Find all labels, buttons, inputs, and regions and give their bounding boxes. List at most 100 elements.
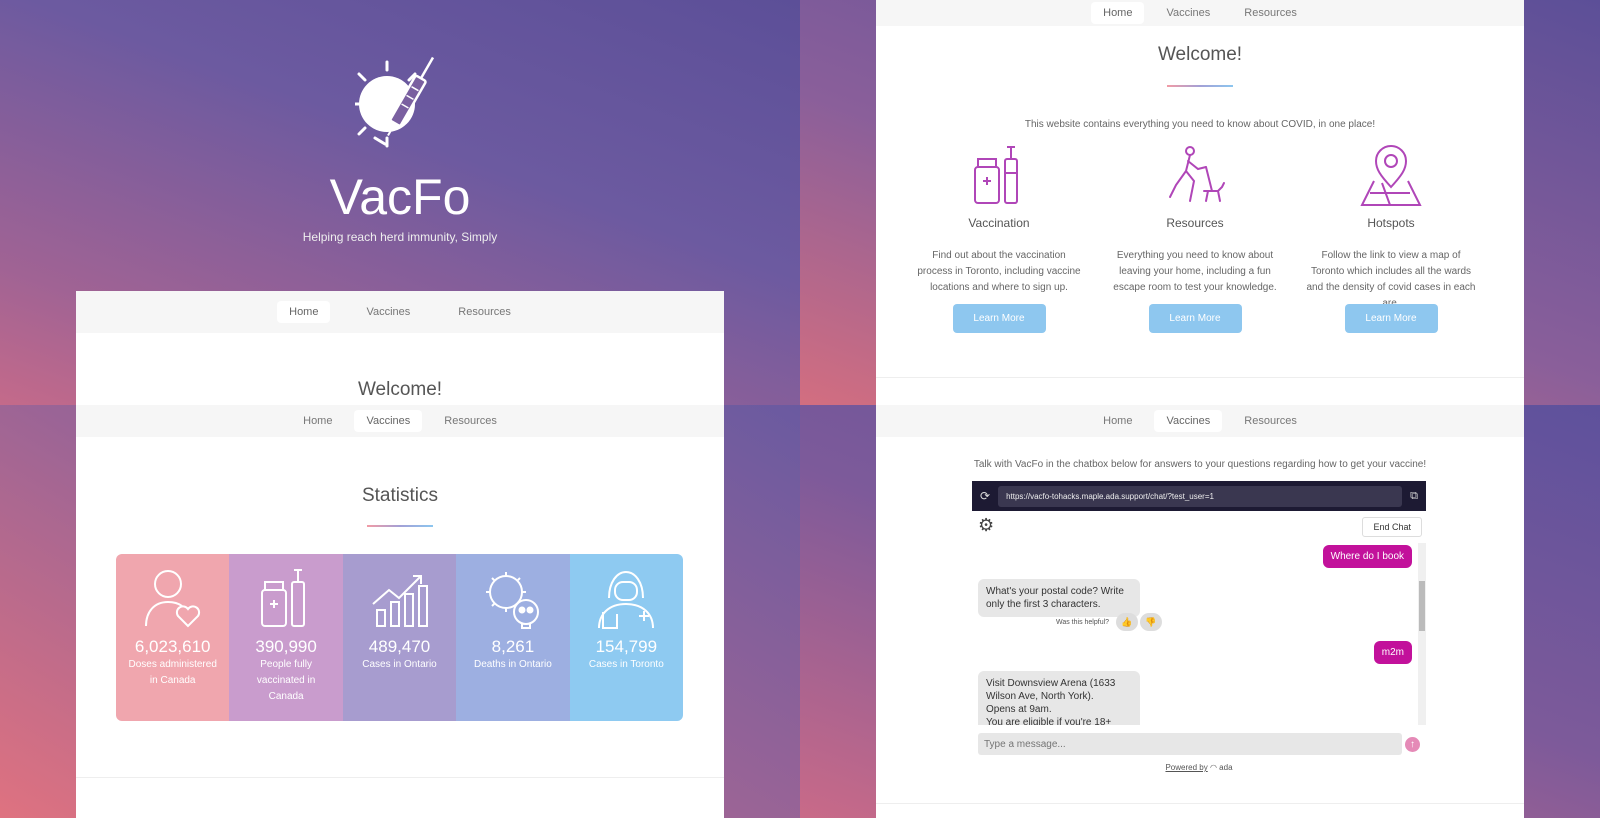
nav-vaccines[interactable]: Vaccines (1154, 2, 1222, 24)
divider (876, 377, 1524, 378)
send-button[interactable]: ↑ (1405, 737, 1420, 752)
medicine-syringe-icon (261, 569, 306, 627)
chat-intro: Talk with VacFo in the chatbox below for… (973, 459, 1427, 470)
stat-ontario-deaths: 8,261 Deaths in Ontario (456, 554, 570, 721)
scrollbar[interactable] (1418, 543, 1426, 725)
feature-desc: Everything you need to know about leavin… (1113, 250, 1277, 293)
bot-message: Visit Downsview Arena (1633 Wilson Ave, … (978, 671, 1140, 725)
settings-gear-icon[interactable]: ⚙ (978, 515, 994, 536)
bot-message-line: Opens at 9am. (986, 704, 1052, 715)
home-section: Home Vaccines Resources Welcome! This we… (800, 0, 1600, 405)
nav-vaccines[interactable]: Vaccines (354, 301, 422, 323)
site-subtitle: Helping reach herd immunity, Simply (302, 230, 498, 244)
powered-by-label: Powered by (1165, 763, 1208, 772)
bot-message-line: What's your postal code? Write (986, 586, 1124, 597)
bot-message-line: You are eligible if you're 18+ (986, 717, 1112, 725)
map-pin-icon (1360, 145, 1422, 206)
stat-value: 8,261 (491, 637, 535, 656)
statistics-section: Home Vaccines Resources Statistics 6,023… (0, 405, 800, 818)
nav-home[interactable]: Home (291, 410, 344, 432)
nav-bar: Home Vaccines Resources (876, 0, 1524, 26)
feature-title: Hotspots (1367, 216, 1415, 230)
chat-section: Home Vaccines Resources Talk with VacFo … (800, 405, 1600, 818)
stat-vaccinated: 390,990 People fully vaccinated in Canad… (229, 554, 343, 721)
home-card-preview: Home Vaccines Resources Welcome! (76, 291, 724, 405)
open-external-icon[interactable]: ⧉ (1410, 490, 1418, 503)
url-field[interactable]: https://vacfo-tohacks.maple.ada.support/… (998, 485, 1403, 507)
hero-section: VacFo Helping reach herd immunity, Simpl… (0, 0, 800, 405)
chat-scroll-area[interactable]: Where do I book What's your postal code?… (972, 543, 1426, 725)
intro-text: This website contains everything you nee… (1024, 119, 1376, 130)
powered-by[interactable]: Powered by ◠ ada (972, 763, 1426, 772)
nav-resources[interactable]: Resources (446, 301, 523, 323)
ada-logo-icon: ◠ (1209, 763, 1217, 772)
feature-hotspots: Hotspots Follow the link to view a map o… (1306, 145, 1476, 333)
vaccines-card: Home Vaccines Resources Statistics 6,023… (76, 405, 724, 818)
nav-vaccines[interactable]: Vaccines (1154, 410, 1223, 432)
nav-home[interactable]: Home (1091, 410, 1144, 432)
stat-label: People fully vaccinated in Canada (256, 659, 316, 702)
divider (76, 777, 724, 778)
feature-title: Vaccination (968, 216, 1030, 230)
browser-bar: ⟳ https://vacfo-tohacks.maple.ada.suppor… (972, 481, 1426, 511)
nav-home[interactable]: Home (1091, 2, 1145, 24)
nav-bar: Home Vaccines Resources (876, 405, 1524, 437)
welcome-heading: Welcome! (357, 379, 443, 400)
brand-name: ada (1219, 763, 1233, 772)
user-message: m2m (1373, 641, 1412, 664)
nav-bar: Home Vaccines Resources (76, 291, 724, 333)
title-underline (367, 525, 433, 527)
learn-more-button[interactable]: Learn More (1344, 304, 1438, 333)
feature-desc: Find out about the vaccination process i… (917, 250, 1081, 293)
stat-value: 390,990 (255, 637, 317, 656)
medicine-syringe-icon (974, 146, 1018, 204)
virus-skull-icon (485, 572, 539, 629)
chat-card: Home Vaccines Resources Talk with VacFo … (876, 405, 1524, 818)
site-title: VacFo (329, 169, 471, 225)
stat-label: Cases in Ontario (362, 659, 437, 670)
bot-message: What's your postal code? Write only the … (978, 579, 1140, 617)
thumbs-up-icon[interactable]: 👍 (1116, 613, 1138, 631)
learn-more-button[interactable]: Learn More (1148, 304, 1242, 333)
stat-label: Cases in Toronto (588, 659, 664, 670)
stats-panel: 6,023,610 Doses administered in Canada 3… (116, 554, 683, 721)
bot-message-line: Visit Downsview Arena (1633 (986, 678, 1116, 689)
chart-up-icon (371, 575, 428, 627)
bot-message-line: Wilson Ave, North York). (986, 691, 1094, 702)
person-walking-dog-icon (1169, 146, 1225, 202)
user-message: Where do I book (1322, 545, 1412, 568)
reload-icon[interactable]: ⟳ (980, 489, 990, 503)
bot-message-line: only the first 3 characters. (986, 599, 1101, 610)
stat-label: Doses administered in Canada (128, 659, 217, 686)
statistics-heading: Statistics (361, 485, 439, 506)
home-card: Home Vaccines Resources Welcome! This we… (876, 0, 1524, 405)
stat-value: 6,023,610 (134, 637, 211, 656)
title-underline (1167, 85, 1233, 87)
chat-window: ⟳ https://vacfo-tohacks.maple.ada.suppor… (972, 481, 1426, 781)
feature-title: Resources (1166, 216, 1224, 230)
nav-resources[interactable]: Resources (1232, 2, 1309, 24)
nav-bar: Home Vaccines Resources (76, 405, 724, 437)
virus-syringe-logo-icon (355, 56, 435, 148)
nav-vaccines[interactable]: Vaccines (354, 410, 423, 432)
nav-resources[interactable]: Resources (1232, 410, 1309, 432)
stat-toronto-cases: 154,799 Cases in Toronto (569, 554, 683, 721)
feature-resources: Resources Everything you need to know ab… (1110, 145, 1280, 333)
nav-home[interactable]: Home (277, 301, 331, 323)
helpful-label: Was this helpful? (1056, 619, 1110, 626)
thumbs-down-icon[interactable]: 👎 (1140, 613, 1162, 631)
feature-desc: Follow the link to view a map of Toronto… (1306, 250, 1476, 309)
hazmat-worker-icon (598, 570, 655, 629)
welcome-heading: Welcome! (1157, 44, 1243, 65)
message-input[interactable] (978, 733, 1402, 755)
learn-more-button[interactable]: Learn More (952, 304, 1046, 333)
stat-ontario-cases: 489,470 Cases in Ontario (342, 554, 457, 721)
scrollbar-thumb[interactable] (1419, 581, 1425, 631)
person-heart-icon (144, 570, 200, 628)
end-chat-button[interactable]: End Chat (1362, 517, 1422, 537)
nav-resources[interactable]: Resources (432, 410, 509, 432)
stat-value: 154,799 (595, 637, 658, 656)
stat-value: 489,470 (368, 637, 431, 656)
feature-vaccination: Vaccination Find out about the vaccinati… (914, 145, 1084, 333)
divider (876, 803, 1524, 804)
